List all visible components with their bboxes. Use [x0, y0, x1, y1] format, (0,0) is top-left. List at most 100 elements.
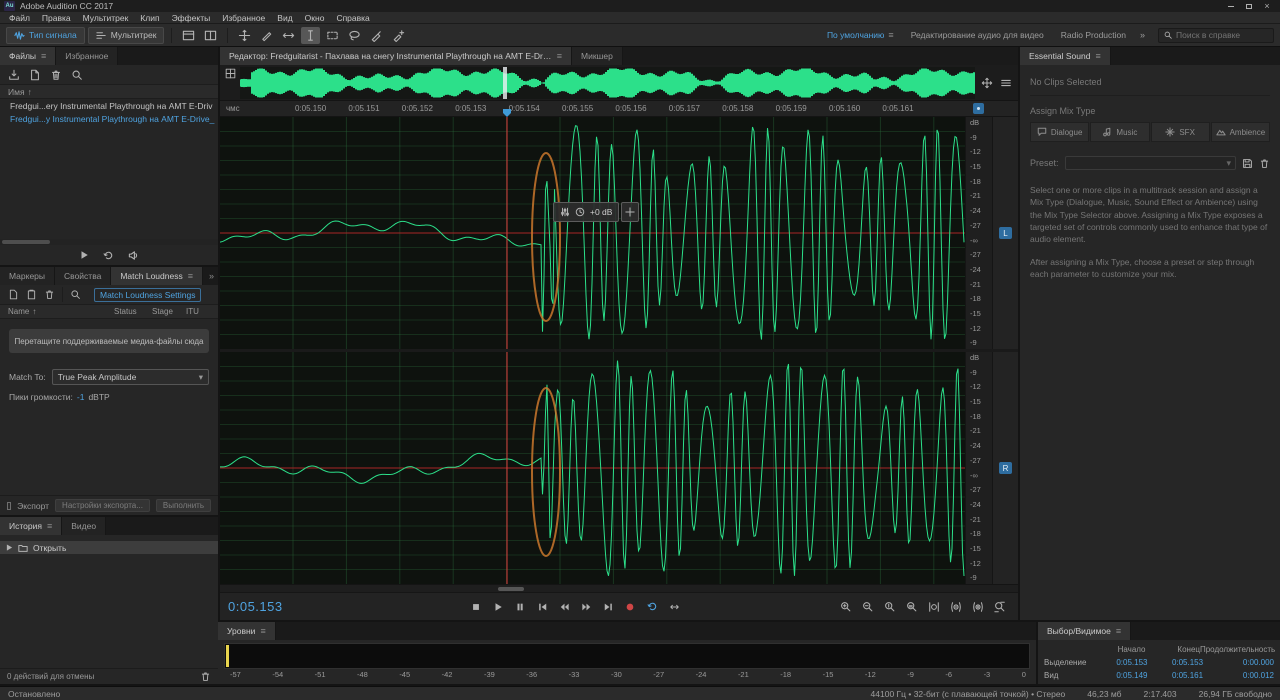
loop-playback-button[interactable] — [642, 598, 662, 615]
razor-tool[interactable] — [257, 27, 276, 44]
panel-menu-icon[interactable]: ≡ — [1095, 51, 1100, 61]
move-tool[interactable] — [235, 27, 254, 44]
zoom-full-button[interactable] — [990, 598, 1010, 615]
display-options-icon[interactable] — [225, 68, 236, 79]
menu-item[interactable]: Избранное — [216, 13, 271, 23]
hud-pin-button[interactable] — [621, 202, 640, 222]
tab-editor[interactable]: Редактор: Fredguitarist - Пахлава на сне… — [220, 47, 572, 65]
tab-selection-view[interactable]: Выбор/Видимое ≡ — [1038, 622, 1132, 640]
editor-split-button[interactable] — [201, 27, 220, 44]
menu-item[interactable]: Окно — [299, 13, 331, 23]
panel-menu-icon[interactable]: ≡ — [1116, 626, 1121, 636]
view-start-value[interactable]: 0:05.149 — [1092, 671, 1147, 680]
zoom-to-selection-out-button[interactable] — [946, 598, 966, 615]
playhead-marker-icon[interactable] — [503, 109, 512, 117]
skip-to-start-button[interactable] — [532, 598, 552, 615]
panel-menu-icon[interactable]: ≡ — [41, 51, 46, 61]
trash-icon[interactable] — [200, 671, 211, 682]
tab-markers[interactable]: Маркеры — [0, 267, 56, 285]
record-button[interactable] — [620, 598, 640, 615]
zoom-to-selection-in-button[interactable] — [924, 598, 944, 615]
close-button[interactable]: × — [1258, 0, 1276, 12]
editor-layout-button[interactable] — [179, 27, 198, 44]
spot-healing-brush-tool[interactable] — [389, 27, 408, 44]
waveform-display-right[interactable] — [220, 352, 965, 584]
lasso-selection-tool[interactable] — [345, 27, 364, 44]
mix-type-music-button[interactable]: Music — [1090, 122, 1150, 142]
scrollbar-thumb[interactable] — [2, 240, 50, 244]
ruler-unit-label[interactable]: чмс — [226, 104, 240, 113]
history-item-open[interactable]: Открыть — [0, 541, 218, 554]
preview-autoplay-speaker-icon[interactable] — [128, 250, 139, 261]
tab-video[interactable]: Видео — [62, 517, 107, 535]
workspace-default[interactable]: По умолчанию ≡ — [820, 30, 901, 40]
mix-type-dialogue-button[interactable]: Dialogue — [1030, 122, 1090, 142]
hud-gain-value[interactable]: +0 dB — [590, 207, 612, 217]
pan-icon[interactable] — [981, 77, 993, 89]
marquee-selection-tool[interactable] — [323, 27, 342, 44]
new-file-icon[interactable] — [29, 69, 41, 81]
tab-properties[interactable]: Свойства — [55, 267, 112, 285]
slip-tool[interactable] — [279, 27, 298, 44]
menu-item[interactable]: Мультитрек — [77, 13, 135, 23]
scan-loudness-icon[interactable] — [70, 289, 81, 300]
export-settings-button[interactable]: Настройки экспорта... — [55, 499, 150, 512]
delete-preset-icon[interactable] — [1259, 158, 1270, 169]
skip-to-end-button[interactable] — [598, 598, 618, 615]
overview-options-icon[interactable] — [1000, 77, 1012, 89]
view-end-value[interactable]: 0:05.161 — [1148, 671, 1203, 680]
tab-mixer[interactable]: Микшер — [572, 47, 623, 65]
mix-type-sfx-button[interactable]: SFX — [1150, 122, 1210, 142]
match-to-select[interactable]: True Peak Amplitude ▾ — [51, 369, 209, 385]
fast-forward-button[interactable] — [576, 598, 596, 615]
menu-item[interactable]: Файл — [3, 13, 36, 23]
time-selection-tool[interactable] — [301, 26, 321, 44]
menu-item[interactable]: Вид — [271, 13, 298, 23]
menu-item[interactable]: Эффекты — [166, 13, 217, 23]
preview-loop-icon[interactable] — [103, 250, 114, 261]
preset-select[interactable]: ▾ — [1064, 156, 1236, 170]
tab-match-loudness[interactable]: Match Loudness ≡ — [111, 267, 203, 285]
panel-menu-icon[interactable]: ≡ — [260, 626, 265, 636]
tab-history[interactable]: История ≡ — [0, 517, 63, 535]
pause-button[interactable] — [510, 598, 530, 615]
left-channel-badge[interactable]: L — [999, 227, 1012, 239]
menu-item[interactable]: Клип — [134, 13, 165, 23]
right-channel-badge[interactable]: R — [999, 462, 1012, 474]
tab-essential-sound[interactable]: Essential Sound ≡ — [1020, 47, 1111, 65]
zoom-in-button[interactable] — [836, 598, 856, 615]
play-button[interactable] — [488, 598, 508, 615]
peaks-value[interactable]: -1 — [77, 392, 85, 402]
workspace-radio-production[interactable]: Radio Production — [1054, 30, 1133, 40]
tab-overflow-icon[interactable]: » — [203, 267, 218, 285]
match-loudness-settings-button[interactable]: Match Loudness Settings — [94, 287, 202, 302]
view-duration-value[interactable]: 0:00.012 — [1203, 671, 1274, 680]
panel-menu-icon[interactable]: ≡ — [188, 271, 193, 281]
workspace-overflow-icon[interactable]: » — [1136, 30, 1149, 40]
remove-files-icon[interactable] — [44, 289, 55, 300]
overview-waveform[interactable] — [240, 66, 975, 99]
export-checkbox[interactable] — [7, 501, 12, 510]
paste-files-icon[interactable] — [26, 289, 37, 300]
zoom-out-button[interactable] — [858, 598, 878, 615]
tab-files[interactable]: Файлы ≡ — [0, 47, 57, 65]
save-preset-icon[interactable] — [1242, 158, 1253, 169]
menu-item[interactable]: Справка — [330, 13, 375, 23]
add-files-icon[interactable] — [8, 289, 19, 300]
stop-button[interactable] — [466, 598, 486, 615]
timeline-ruler[interactable]: чмс 0:05.150 0:05.151 0:05.152 0:05.153 0:05… — [220, 101, 1018, 117]
waveform-display-left[interactable] — [220, 117, 965, 349]
hud-gain-control[interactable]: +0 dB — [553, 202, 620, 222]
selection-start-value[interactable]: 0:05.153 — [1092, 658, 1147, 667]
zoom-out-vertical-button[interactable] — [902, 598, 922, 615]
tab-favorites[interactable]: Избранное — [56, 47, 119, 65]
editor-horizontal-scrollbar[interactable] — [220, 584, 1018, 592]
menu-item[interactable]: Правка — [36, 13, 77, 23]
multitrack-view-button[interactable]: Мультитрек — [87, 26, 165, 44]
files-horizontal-scrollbar[interactable] — [0, 239, 218, 245]
search-files-icon[interactable] — [71, 69, 83, 81]
media-dropzone[interactable]: Перетащите поддерживаемые медиа-файлы сю… — [9, 329, 209, 353]
workspace-audio-for-video[interactable]: Редактирование аудио для видео — [904, 30, 1051, 40]
tab-levels[interactable]: Уровни ≡ — [218, 622, 276, 640]
waveform-view-button[interactable]: Тип сигнала — [6, 26, 85, 44]
